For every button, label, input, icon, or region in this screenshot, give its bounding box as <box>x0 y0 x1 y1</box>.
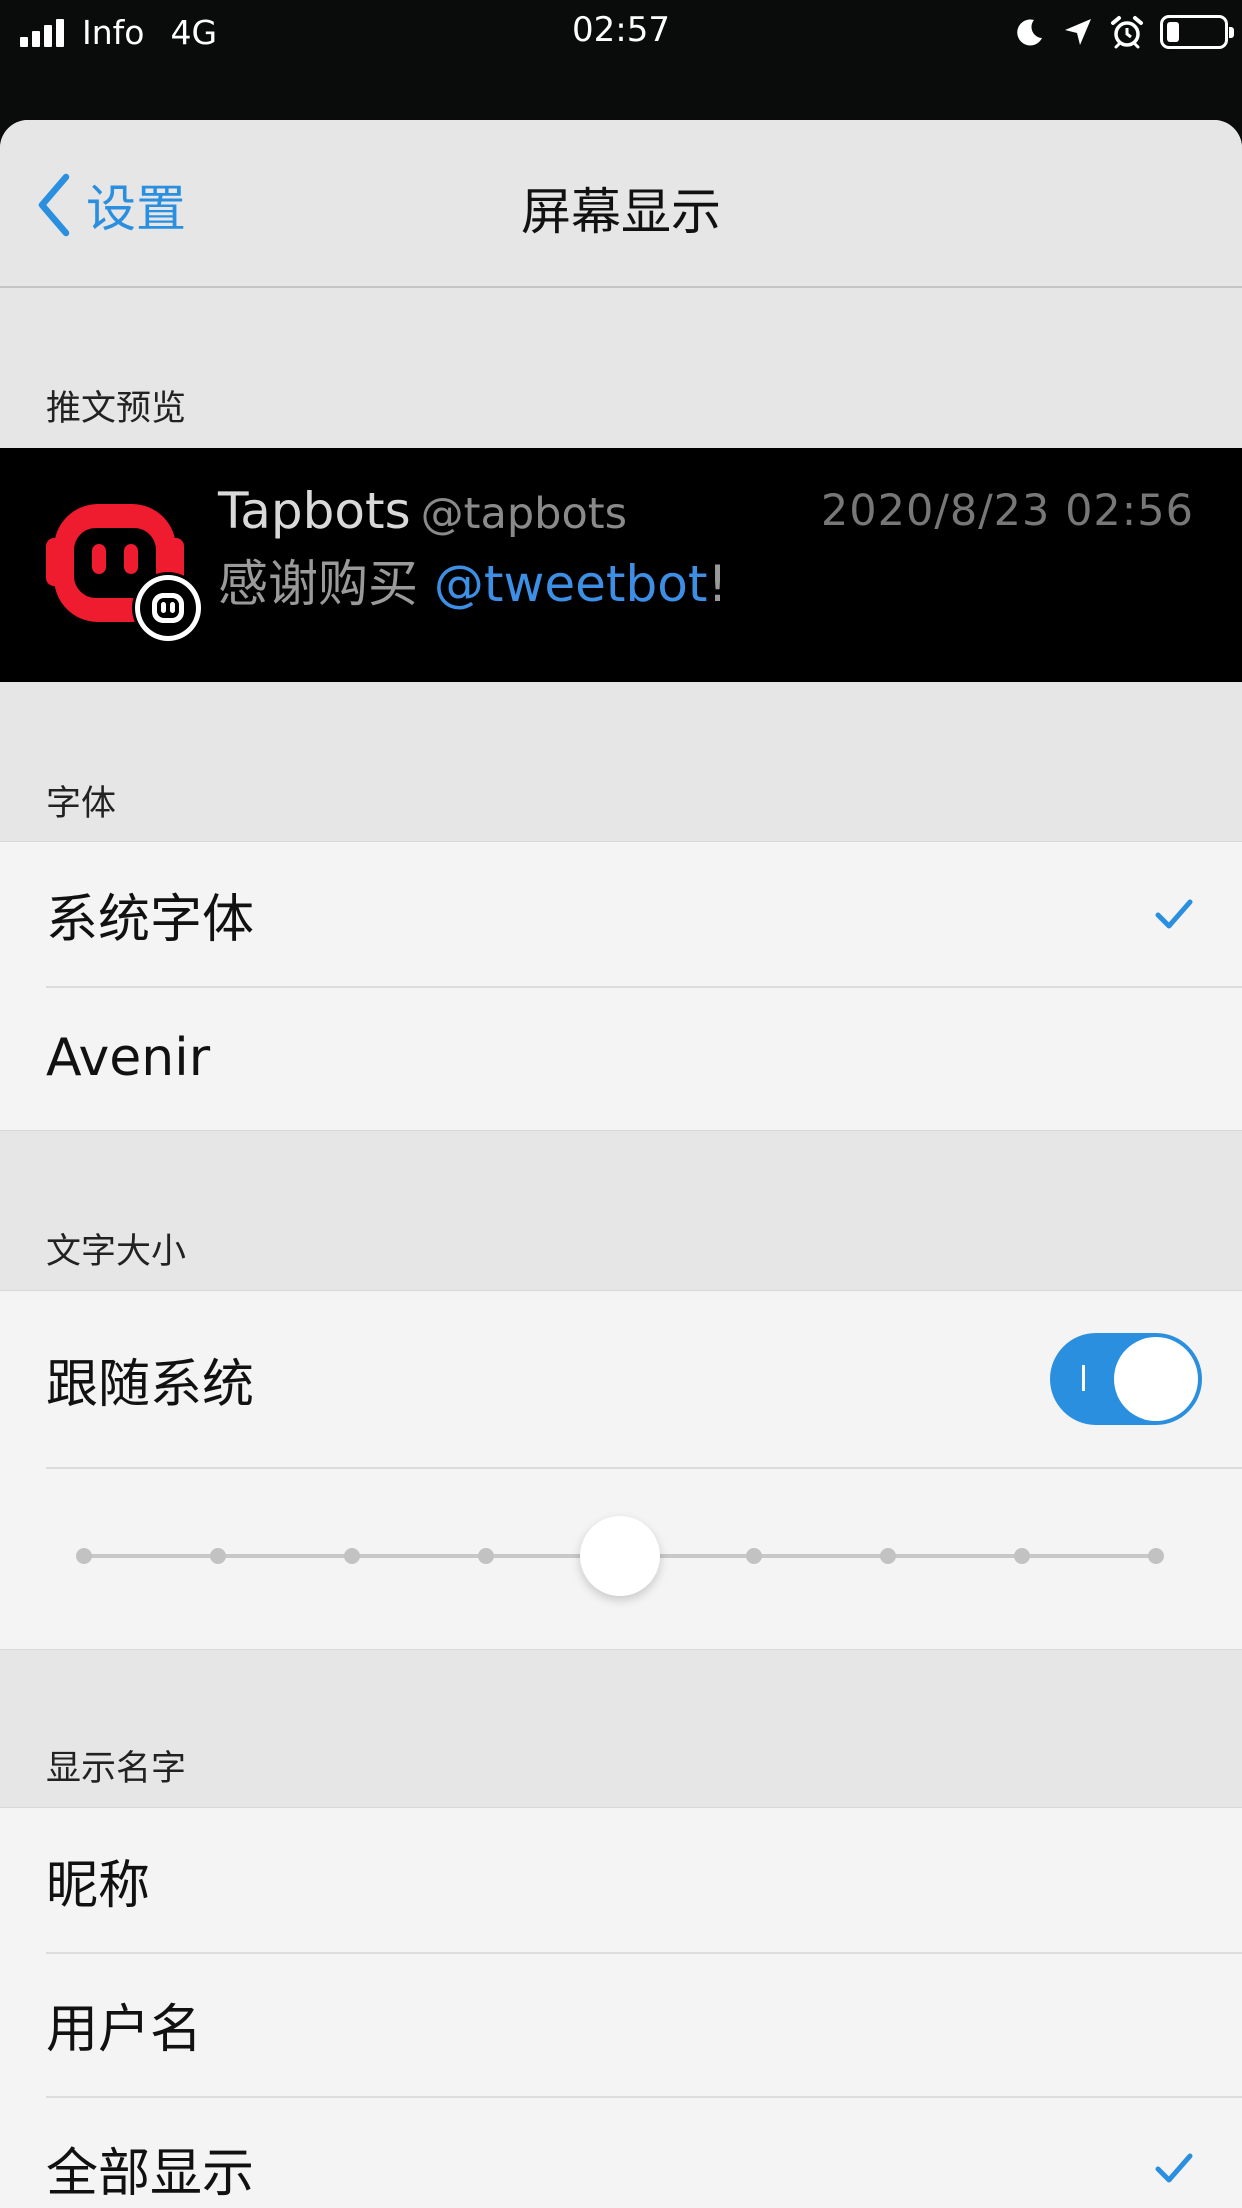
option-label: Avenir <box>46 1028 211 1088</box>
text-size-slider[interactable] <box>0 1467 1242 1649</box>
tweet-preview: Tapbots @tapbots 2020/8/23 02:56 感谢购买 @tw… <box>0 448 1242 682</box>
follow-system-label: 跟随系统 <box>46 1354 255 1415</box>
tweet-mention: @tweetbot <box>433 555 708 613</box>
page-title: 屏幕显示 <box>521 183 721 241</box>
font-option-avenir[interactable]: Avenir <box>0 986 1242 1130</box>
tweet-timestamp: 2020/8/23 02:56 <box>820 486 1194 536</box>
slider-step-dot <box>746 1548 762 1564</box>
tweet-author-name: Tapbots <box>218 482 411 540</box>
tapbots-avatar <box>46 504 204 644</box>
status-bar: Info 4G 02:57 <box>0 0 1242 62</box>
slider-step-dot <box>76 1548 92 1564</box>
section-header-preview: 推文预览 <box>46 389 187 429</box>
alarm-icon <box>1110 15 1144 49</box>
display-name-options: 昵称 用户名 全部显示 <box>0 1807 1242 2208</box>
checkmark-icon <box>1155 2153 1193 2183</box>
slider-step-dot <box>1014 1548 1030 1564</box>
text-size-options: 跟随系统 <box>0 1290 1242 1650</box>
option-label: 昵称 <box>46 1855 151 1916</box>
tweet-author-handle: @tapbots <box>420 489 628 539</box>
display-name-option-username[interactable]: 用户名 <box>0 1952 1242 2096</box>
display-name-option-nickname[interactable]: 昵称 <box>0 1808 1242 1952</box>
option-label: 用户名 <box>46 1999 203 2060</box>
slider-step-dot <box>880 1548 896 1564</box>
section-header-font: 字体 <box>46 784 117 824</box>
font-options: 系统字体 Avenir <box>0 841 1242 1131</box>
section-header-text-size: 文字大小 <box>46 1232 187 1272</box>
slider-step-dot <box>1148 1548 1164 1564</box>
option-label: 全部显示 <box>46 2143 255 2204</box>
checkmark-icon <box>1155 899 1193 929</box>
slider-step-dot <box>210 1548 226 1564</box>
screen: Info 4G 02:57 设置 屏幕显示 推文预览 Tapbots @tapb… <box>0 0 1242 2208</box>
section-header-display-name: 显示名字 <box>46 1749 187 1789</box>
follow-system-row: 跟随系统 <box>0 1291 1242 1467</box>
font-option-system[interactable]: 系统字体 <box>0 842 1242 986</box>
slider-thumb[interactable] <box>580 1516 660 1596</box>
navigation-bar: 设置 屏幕显示 <box>0 120 1242 288</box>
option-label: 系统字体 <box>46 889 255 950</box>
display-name-option-all[interactable]: 全部显示 <box>0 2096 1242 2208</box>
slider-step-dot <box>344 1548 360 1564</box>
slider-step-dot <box>478 1548 494 1564</box>
follow-system-toggle[interactable] <box>1050 1333 1202 1425</box>
tweet-text: 感谢购买 @tweetbot! <box>218 555 728 613</box>
location-arrow-icon <box>1062 16 1094 48</box>
battery-icon <box>1160 15 1234 49</box>
moon-icon <box>1014 16 1046 48</box>
